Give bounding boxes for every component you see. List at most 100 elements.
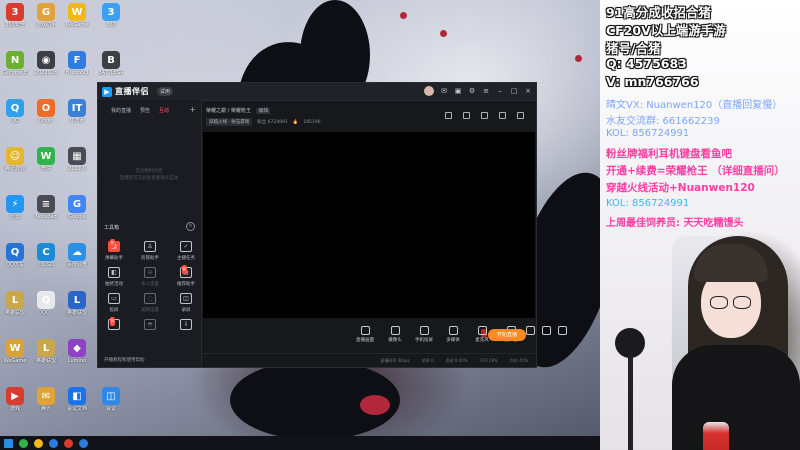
overlay-line: Q: 4575683 xyxy=(606,56,687,71)
category-tag[interactable]: 穿越火线 · 射击游戏 xyxy=(206,118,253,126)
mirror-icon[interactable] xyxy=(525,326,535,335)
toolbox-item[interactable]: ◓ xyxy=(135,319,165,345)
tool-tag: 新 xyxy=(181,265,187,274)
screen-capture-button[interactable]: 直播画面 xyxy=(351,326,379,343)
toolbox-item[interactable]: ◧ 抽奖活动 xyxy=(99,267,129,293)
desktop-icon[interactable]: ☁ 百度网盘 xyxy=(64,243,90,273)
desktop-icon-label: 会议文档 xyxy=(66,406,87,412)
desktop-icon[interactable]: ◆ Lumino xyxy=(64,339,90,369)
desktop-icon[interactable]: ◧ 会议文档 xyxy=(64,387,90,417)
toolbox-item[interactable]: ◌ 美颜设置 xyxy=(135,293,165,319)
user-avatar[interactable] xyxy=(424,86,434,96)
desktop-icon[interactable]: L 英雄联盟 xyxy=(64,291,90,321)
tool-icon: ▣热 xyxy=(108,239,120,252)
desktop-icon[interactable]: W WeGame xyxy=(2,339,28,369)
app-icon: W xyxy=(6,339,24,357)
toolbox-item[interactable]: ⊖ 多人连麦 xyxy=(135,267,165,293)
window-controls: ✉ ▣ ⚙ ≡ – □ × xyxy=(424,86,532,96)
overlay-line: 上周最佳饲养员: 天天吃糯馒头 xyxy=(606,218,744,229)
settings-small-icon[interactable] xyxy=(541,326,551,335)
desktop-icon[interactable]: O Origin xyxy=(33,99,59,129)
desktop-icon[interactable]: QQQ xyxy=(2,99,28,129)
desktop-icon[interactable]: L 英雄联盟 xyxy=(2,291,28,321)
streamer-body xyxy=(672,345,800,450)
media-button[interactable]: 多媒体 xyxy=(439,326,467,343)
help-link[interactable]: 开播教程和使用帮助 xyxy=(104,357,145,363)
lock-icon[interactable] xyxy=(463,112,470,119)
title-bar[interactable]: ▶ 直播伴侣 试用 ✉ ▣ ⚙ ≡ – □ × xyxy=(98,83,536,101)
taskbar-app-icon[interactable] xyxy=(19,438,28,448)
toolbox-item[interactable]: ▭ 投屏 xyxy=(99,293,129,319)
desktop-icon[interactable]: 3 360安全 xyxy=(2,3,28,33)
desktop-icon[interactable]: ▶ 游戏 xyxy=(2,387,28,417)
tool-label: 主播任务 xyxy=(177,256,195,261)
desktop-icon[interactable]: ☺ 腾讯游戏 xyxy=(2,147,28,177)
minimize-icon[interactable]: – xyxy=(496,87,504,95)
desktop-icon-label: 2022-0 xyxy=(68,166,86,172)
toolbox-item[interactable]: ▤新推荐助手 xyxy=(171,265,201,293)
tab-my-live[interactable]: 我的直播 xyxy=(111,107,131,114)
taskbar-app-icon[interactable] xyxy=(34,438,43,448)
desktop-icon[interactable]: C CS:GO xyxy=(33,243,59,273)
close-icon[interactable]: × xyxy=(524,87,532,95)
share-icon[interactable] xyxy=(517,112,524,119)
desktop-icon[interactable]: W WeGame xyxy=(64,3,90,33)
edit-title-button[interactable]: 编辑 xyxy=(256,108,271,114)
desktop-icon[interactable]: G Google xyxy=(64,195,90,225)
stream-meta: 穿越火线 · 射击游戏 粉丝 6724991 🔥 185196 xyxy=(206,118,321,126)
toolbox-item[interactable]: ⟋热 xyxy=(99,317,129,345)
app-icon: Q xyxy=(37,291,55,309)
desktop-icon[interactable]: Q QQ飞车 xyxy=(2,243,28,273)
desktop-icon[interactable]: B BATTLEGR xyxy=(98,51,124,81)
add-icon[interactable]: + xyxy=(189,105,196,114)
gift-icon[interactable]: ▣ xyxy=(454,87,462,95)
gear-small-icon[interactable] xyxy=(557,326,567,335)
toolbox-item[interactable]: ✓ 主播任务 xyxy=(171,241,201,267)
toolbox-item[interactable]: ⇩ xyxy=(171,319,201,345)
desktop-icon[interactable]: W 微信 xyxy=(33,147,59,177)
desktop-icon[interactable]: ◫ 会议 xyxy=(98,387,124,417)
bell-icon[interactable] xyxy=(499,112,506,119)
taskbar-app-icon[interactable] xyxy=(79,438,88,448)
desktop-icon[interactable]: ≡ Notepad xyxy=(33,195,59,225)
taskbar-app-icon[interactable] xyxy=(49,438,58,448)
menu-icon[interactable]: ≡ xyxy=(482,87,490,95)
desktop-icon[interactable]: G 游戏助手 xyxy=(33,3,59,33)
start-live-button[interactable]: 开始直播 xyxy=(488,329,526,341)
desktop-icon[interactable]: ◉ 2022028 xyxy=(33,51,59,81)
taskbar-app-icon[interactable] xyxy=(64,438,73,448)
desktop-icon[interactable]: L 英雄联盟 xyxy=(33,339,59,369)
preview-tools xyxy=(445,112,524,119)
phone-mirror-button[interactable]: 手机投屏 xyxy=(410,326,438,343)
live-preview-canvas[interactable] xyxy=(203,132,535,318)
desktop-icon[interactable]: NGeForce Experience xyxy=(2,51,28,81)
desktop-icon[interactable]: IT IT技术 xyxy=(64,99,90,129)
tab-preview[interactable]: 预告 xyxy=(140,107,150,114)
home-icon[interactable] xyxy=(445,112,452,119)
desktop-icon[interactable]: 3 360 xyxy=(98,3,124,33)
toolbox-item[interactable]: ▣热弹幕助手 xyxy=(99,239,129,267)
toolbox-collapse-icon[interactable]: × xyxy=(186,222,195,231)
tab-interaction[interactable]: 互动 xyxy=(159,107,169,114)
layout-icon[interactable] xyxy=(481,112,488,119)
start-menu-icon[interactable] xyxy=(4,438,13,448)
app-icon: 3 xyxy=(6,3,24,21)
desktop-icon[interactable]: QQQ xyxy=(33,291,59,321)
camera-button[interactable]: 摄像头 xyxy=(381,326,409,343)
desktop-icon-label: QQ xyxy=(11,118,19,124)
desktop-icon[interactable]: ▦ 2022-0 xyxy=(64,147,90,177)
message-icon[interactable]: ✉ xyxy=(440,87,448,95)
toolbox-item[interactable]: ◫ 录屏 xyxy=(171,293,201,319)
fans-count: 粉丝 6724991 xyxy=(257,120,288,125)
app-logo-icon: ▶ xyxy=(102,86,112,97)
maximize-icon[interactable]: □ xyxy=(510,87,518,95)
desktop-icon[interactable]: F FirefoxV3 xyxy=(64,51,90,81)
app-icon: ▶ xyxy=(6,387,24,405)
settings-icon[interactable]: ⚙ xyxy=(468,87,476,95)
overlay-line: 水友交流群: 661662239 xyxy=(606,116,720,127)
desktop-icon[interactable]: ⚡ 迅雷 xyxy=(2,195,28,225)
toolbox-item[interactable]: ♙ 房管助手 xyxy=(135,241,165,267)
desktop-icon[interactable]: ✉ 腾讯 xyxy=(33,387,59,417)
fire-icon: 🔥 xyxy=(292,119,299,125)
microphone-stand xyxy=(628,355,633,450)
